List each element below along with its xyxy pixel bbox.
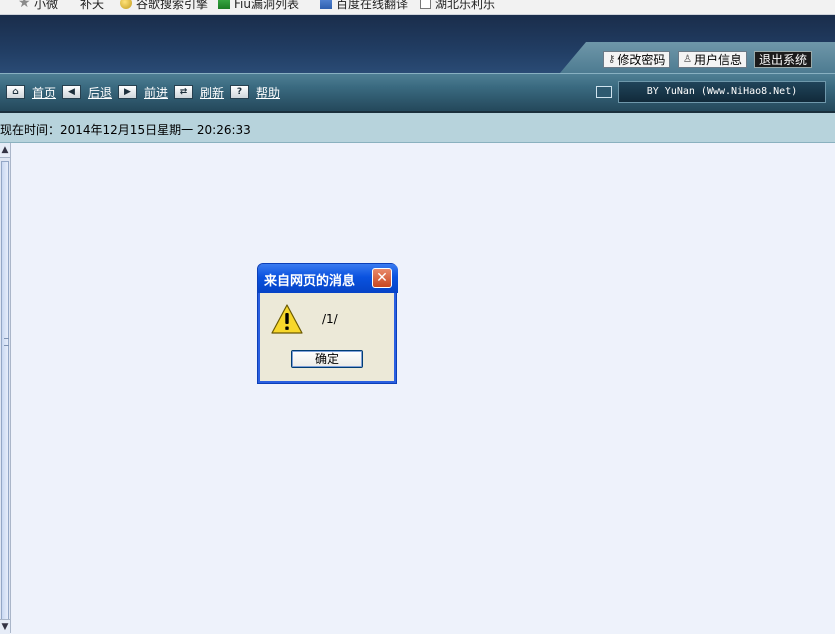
- help-icon: ?: [230, 85, 249, 99]
- scroll-up-icon[interactable]: ▲: [0, 143, 10, 158]
- bookmark-label: 小微: [34, 0, 59, 11]
- refresh-button[interactable]: ⇄ 刷新: [174, 84, 224, 100]
- dialog-title: 来自网页的消息: [264, 274, 356, 289]
- help-label[interactable]: 帮助: [256, 84, 280, 101]
- left-scrollbar[interactable]: ▲ ▼: [0, 143, 11, 634]
- back-label[interactable]: 后退: [88, 84, 112, 101]
- current-time: 现在时间：2014年12月15日星期一 20:26:33: [0, 123, 251, 137]
- ok-button[interactable]: 确定: [291, 350, 363, 368]
- green-flag-icon: [218, 0, 230, 9]
- dialog-titlebar[interactable]: 来自网页的消息 ✕: [258, 264, 398, 293]
- app-header: ⚷ 修改密码 ♙ 用户信息 退出系统: [0, 15, 835, 73]
- nav-toolbar: ⌂ 首页 ◀ 后退 ▶ 前进 ⇄ 刷新 ? 帮助 BY YuNan (Www.N…: [0, 73, 835, 113]
- star-icon: ★: [18, 0, 31, 11]
- bookmark-label: 补天: [80, 0, 105, 11]
- bookmark-label: 谷歌搜索引擎: [136, 0, 209, 11]
- change-password-button[interactable]: ⚷ 修改密码: [603, 51, 671, 68]
- bookmark-item[interactable]: 百度在线翻译: [320, 0, 408, 12]
- user-icon: ♙: [683, 53, 692, 65]
- bookmark-item[interactable]: Fiu漏洞列表: [218, 0, 299, 12]
- bookmark-bar: ★ 小微 补天 谷歌搜索引擎 Fiu漏洞列表 百度在线翻译 湖北乐利乐: [0, 0, 835, 15]
- back-button[interactable]: ◀ 后退: [62, 84, 112, 100]
- dialog-message: /1/: [322, 312, 338, 326]
- logout-button[interactable]: 退出系统: [754, 51, 813, 68]
- bookmark-label: Fiu漏洞列表: [234, 0, 299, 11]
- blank-page-icon: [420, 0, 431, 9]
- bookmark-label: 湖北乐利乐: [435, 0, 496, 11]
- monitor-icon: [596, 86, 612, 98]
- bookmark-item[interactable]: 补天: [80, 0, 104, 12]
- bookmark-label: 百度在线翻译: [336, 0, 409, 11]
- home-label[interactable]: 首页: [32, 84, 56, 101]
- bookmark-item[interactable]: 谷歌搜索引擎: [120, 0, 208, 12]
- forward-label[interactable]: 前进: [144, 84, 168, 101]
- arrow-left-icon: ◀: [62, 85, 81, 99]
- forward-button[interactable]: ▶ 前进: [118, 84, 168, 100]
- home-button[interactable]: ⌂ 首页: [6, 84, 56, 100]
- time-bar: 现在时间：2014年12月15日星期一 20:26:33: [0, 113, 835, 143]
- credit-link[interactable]: BY YuNan (Www.NiHao8.Net): [618, 81, 826, 103]
- home-icon: ⌂: [6, 85, 25, 99]
- user-info-button[interactable]: ♙ 用户信息: [678, 51, 747, 68]
- blue-page-icon: [320, 0, 332, 9]
- grip-icon: [4, 338, 9, 346]
- user-info-label: 用户信息: [693, 52, 742, 67]
- change-password-label: 修改密码: [617, 52, 666, 67]
- close-button[interactable]: ✕: [372, 268, 392, 288]
- alert-dialog: 来自网页的消息 ✕ /1/ 确定: [257, 263, 398, 384]
- bookmark-item[interactable]: ★ 小微: [18, 0, 58, 12]
- scroll-thumb[interactable]: [1, 161, 9, 627]
- refresh-label[interactable]: 刷新: [200, 84, 224, 101]
- arrow-right-icon: ▶: [118, 85, 137, 99]
- gold-globe-icon: [120, 0, 132, 9]
- help-button[interactable]: ? 帮助: [230, 84, 280, 100]
- key-icon: ⚷: [608, 53, 616, 65]
- scroll-down-icon[interactable]: ▼: [0, 619, 10, 634]
- warning-icon: [271, 304, 303, 334]
- logout-label: 退出系统: [759, 52, 808, 67]
- bookmark-item[interactable]: 湖北乐利乐: [420, 0, 495, 12]
- refresh-icon: ⇄: [174, 85, 193, 99]
